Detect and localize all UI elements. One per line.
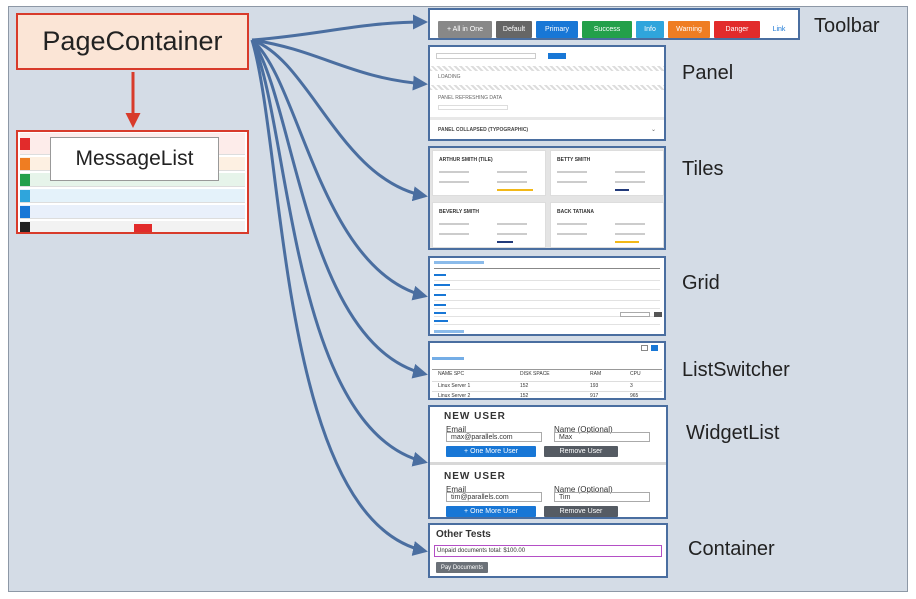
- remove-user-button[interactable]: Remove User: [544, 506, 618, 517]
- info-icon: [20, 189, 30, 202]
- page-container-label: PageContainer: [42, 26, 223, 56]
- tile: BETTY SMITH: [550, 150, 664, 196]
- container-thumbnail: Other Tests Unpaid documents total: $100…: [428, 523, 668, 578]
- list-item: [20, 221, 245, 232]
- info-icon: [20, 205, 30, 218]
- page-container-box: PageContainer: [16, 13, 249, 70]
- panel-refreshing-text: PANEL REFRESHING DATA: [438, 95, 502, 101]
- tiles-label: Tiles: [682, 158, 724, 180]
- name-field[interactable]: Max: [554, 432, 650, 442]
- toolbar-label: Toolbar: [814, 15, 880, 37]
- info-button[interactable]: Info: [636, 21, 664, 38]
- grid-thumbnail: [428, 256, 666, 336]
- message-list-label: MessageList: [75, 147, 194, 170]
- list-switcher-label: ListSwitcher: [682, 359, 790, 381]
- warning-icon: [20, 157, 30, 170]
- email-field[interactable]: tim@parallels.com: [446, 492, 542, 502]
- dark-icon: [20, 221, 30, 232]
- widget-block: NEW USER Email max@parallels.com Name (O…: [430, 407, 666, 462]
- panel-label: Panel: [682, 62, 734, 84]
- tile: ARTHUR SMITH (TILE): [432, 150, 546, 196]
- list-switcher-thumbnail: NAME SPC DISK SPACE RAM CPU Linux Server…: [428, 341, 666, 400]
- email-field[interactable]: max@parallels.com: [446, 432, 542, 442]
- all-in-one-button[interactable]: + All in One: [438, 21, 492, 38]
- panel-loading-text: LOADING: [438, 74, 461, 80]
- list-item: [20, 189, 245, 203]
- add-user-button[interactable]: + One More User: [446, 506, 536, 517]
- success-button[interactable]: Success: [582, 21, 632, 38]
- danger-button[interactable]: Danger: [714, 21, 760, 38]
- widget-list-label: WidgetList: [686, 422, 780, 444]
- primary-button[interactable]: Primary: [536, 21, 578, 38]
- remove-user-button[interactable]: Remove User: [544, 446, 618, 457]
- unpaid-notice: Unpaid documents total: $100.00: [434, 545, 662, 557]
- widget-list-thumbnail: NEW USER Email max@parallels.com Name (O…: [428, 405, 668, 519]
- container-title: Other Tests: [436, 529, 491, 540]
- tile: BEVERLY SMITH: [432, 202, 546, 248]
- list-item: [20, 205, 245, 219]
- tiles-thumbnail: ARTHUR SMITH (TILE) BETTY SMITH BEVERLY …: [428, 146, 666, 250]
- add-user-button[interactable]: + One More User: [446, 446, 536, 457]
- list-view-icon[interactable]: [651, 345, 658, 351]
- pay-documents-button[interactable]: Pay Documents: [436, 562, 488, 573]
- message-list-label-box: MessageList: [50, 137, 219, 181]
- grid-view-icon[interactable]: [641, 345, 648, 351]
- chevron-down-icon[interactable]: ⌄: [651, 126, 656, 133]
- panel-collapsed-text: PANEL COLLAPSED (TYPOGRAPHIC): [438, 127, 529, 133]
- tile: BACK TATIANA: [550, 202, 664, 248]
- widget-block: NEW USER Email tim@parallels.com Name (O…: [430, 467, 666, 517]
- warning-button[interactable]: Warning: [668, 21, 710, 38]
- toolbar-thumbnail: + All in One Default Primary Success Inf…: [428, 8, 800, 40]
- container-label: Container: [688, 538, 775, 560]
- success-icon: [20, 173, 30, 186]
- alert-icon: [20, 137, 30, 150]
- default-button[interactable]: Default: [496, 21, 532, 38]
- panel-thumbnail: LOADING PANEL REFRESHING DATA PANEL COLL…: [428, 45, 666, 141]
- link-button[interactable]: Link: [764, 21, 794, 38]
- name-field[interactable]: Tim: [554, 492, 650, 502]
- grid-label: Grid: [682, 272, 720, 294]
